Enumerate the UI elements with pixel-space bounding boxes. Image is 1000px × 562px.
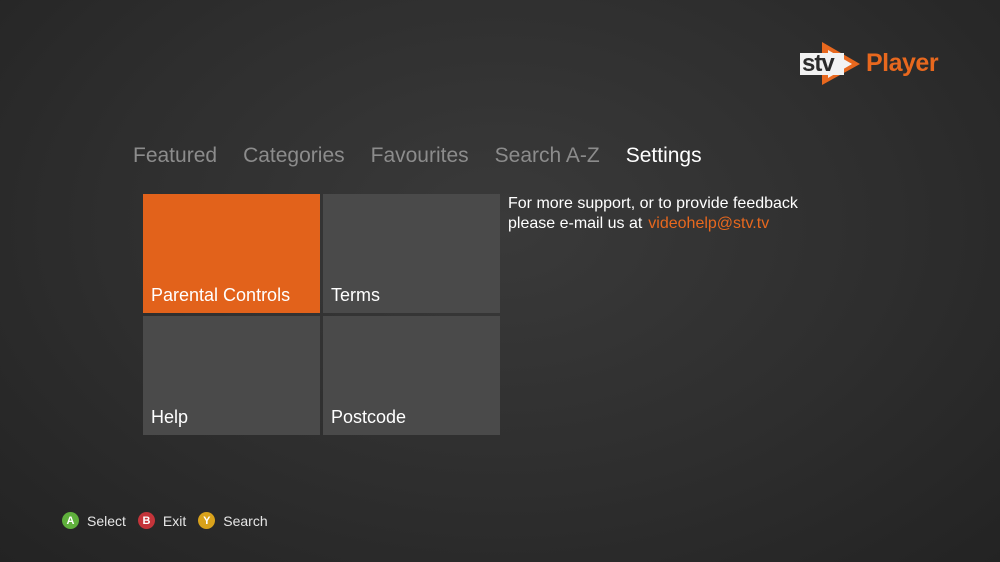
- support-email-link[interactable]: videohelp@stv.tv: [648, 215, 769, 232]
- tile-label: Parental Controls: [151, 285, 291, 305]
- support-info: For more support, or to provide feedback…: [508, 194, 798, 234]
- player-logo-text: Player: [866, 48, 939, 77]
- nav-tab-featured[interactable]: Featured: [133, 144, 217, 168]
- tile-label: Help: [151, 407, 189, 427]
- exit-hint-label: Exit: [162, 512, 187, 529]
- controller-hints: A Select B Exit Y Search: [62, 512, 280, 529]
- stv-player-logo: stv Player: [800, 40, 939, 86]
- tile-label: Terms: [331, 285, 380, 305]
- nav-tab-search-a-z[interactable]: Search A-Z: [495, 144, 600, 168]
- exit-hint[interactable]: B Exit: [137, 512, 187, 529]
- a-button-icon: A: [62, 512, 79, 529]
- tile-label: Postcode: [331, 407, 407, 427]
- settings-tile-grid: Parental Controls Terms Help Postcode: [143, 194, 500, 435]
- search-hint-label: Search: [223, 512, 268, 529]
- nav-tab-categories[interactable]: Categories: [243, 144, 345, 168]
- nav-tab-favourites[interactable]: Favourites: [371, 144, 469, 168]
- y-button-icon: Y: [198, 512, 216, 529]
- support-email-prompt: please e-mail us at: [508, 215, 643, 232]
- stv-logo-text: stv: [802, 50, 835, 77]
- search-hint[interactable]: Y Search: [198, 512, 268, 529]
- select-hint[interactable]: A Select: [62, 512, 126, 529]
- terms-tile[interactable]: Terms: [323, 194, 500, 313]
- support-text-line1: For more support, or to provide feedback: [508, 195, 798, 212]
- select-hint-label: Select: [87, 512, 126, 529]
- main-nav: Featured Categories Favourites Search A-…: [133, 144, 702, 168]
- parental-controls-tile[interactable]: Parental Controls: [143, 194, 320, 313]
- b-button-icon: B: [137, 512, 155, 529]
- help-tile[interactable]: Help: [143, 316, 320, 435]
- nav-tab-settings[interactable]: Settings: [626, 144, 702, 168]
- postcode-tile[interactable]: Postcode: [323, 316, 500, 435]
- stv-logo-mark: stv: [800, 40, 862, 86]
- support-text-line2: please e-mail us at videohelp@stv.tv: [508, 214, 798, 234]
